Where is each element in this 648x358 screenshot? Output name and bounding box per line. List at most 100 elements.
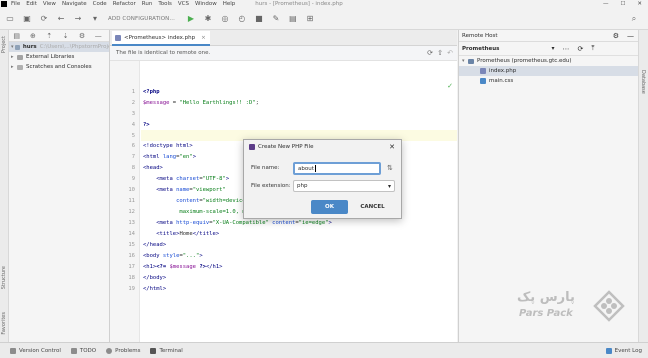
status-problems[interactable]: Problems [106, 347, 140, 354]
tab-index-php[interactable]: <Prometheus> index.php × [112, 31, 210, 46]
sync-icon[interactable]: ⟳ [38, 13, 50, 25]
close-icon[interactable]: ✕ [389, 143, 395, 151]
code-line: <html lang="en"> [143, 154, 196, 160]
php-file-icon [115, 34, 121, 41]
line-number: 4 [131, 122, 135, 128]
tree-root-label: hurs [22, 44, 37, 50]
expand-icon[interactable]: ⇣ [60, 30, 71, 42]
code-line: <h1><?= $message ?></h1> [143, 264, 223, 270]
open-folder-icon[interactable]: ▭ [4, 13, 16, 25]
debug-icon[interactable]: ✱ [202, 13, 214, 25]
event-log-icon [605, 347, 612, 354]
structure-icon[interactable]: ▤ [287, 13, 299, 25]
line-number: 1 [131, 89, 135, 95]
tree-item-libraries[interactable]: ▸ External Libraries [9, 52, 109, 62]
menu-run[interactable]: Run [142, 1, 153, 7]
settings-gear-icon[interactable]: ⚙ [613, 32, 619, 40]
profile-icon[interactable]: ◴ [236, 13, 248, 25]
collapse-icon[interactable]: ⤒ [591, 44, 594, 53]
code-line: </head> [143, 242, 167, 248]
line-number: 3 [131, 111, 135, 117]
save-icon[interactable]: ▣ [21, 13, 33, 25]
tab-structure[interactable]: Structure [1, 266, 7, 289]
collapse-icon[interactable]: ⇡ [44, 30, 55, 42]
php-file-icon [249, 144, 255, 150]
stop-icon[interactable]: ■ [253, 13, 265, 25]
forward-icon[interactable]: → [72, 13, 84, 25]
more-icon[interactable]: ⋯ [562, 45, 569, 53]
tab-database[interactable]: Database [640, 70, 646, 94]
coverage-icon[interactable]: ◎ [219, 13, 231, 25]
menu-tools[interactable]: Tools [158, 1, 172, 7]
file-extension-select[interactable]: php ▾ [293, 180, 395, 192]
refresh-icon[interactable]: ⟳ [577, 45, 583, 53]
code-line: <head> [143, 165, 163, 171]
status-todo[interactable]: TODO [70, 347, 96, 354]
hide-icon[interactable]: — [93, 30, 104, 42]
menu-view[interactable]: View [43, 1, 56, 7]
run-icon[interactable]: ▶ [185, 13, 197, 25]
file-name-input[interactable]: about [293, 162, 381, 175]
menu-navigate[interactable]: Navigate [62, 1, 87, 7]
line-number: 15 [128, 242, 135, 248]
line-number: 9 [131, 176, 135, 182]
todo-icon [70, 347, 77, 354]
menu-vcs[interactable]: VCS [178, 1, 189, 7]
dialog-title-bar: Create New PHP File ✕ [244, 140, 401, 154]
maximize-icon[interactable]: ☐ [620, 1, 625, 7]
hide-icon[interactable]: — [627, 32, 634, 40]
code-line: <body style="..."> [143, 253, 203, 259]
remote-file-index[interactable]: index.php [459, 66, 638, 76]
code-line: <meta name="viewport" [156, 187, 226, 193]
tree-item-label: External Libraries [26, 54, 75, 60]
cancel-button[interactable]: CANCEL [354, 200, 391, 214]
project-panel: ▤ ⊕ ⇡ ⇣ ⚙ — ▾ hurs C:\Users\...\Phpstorm… [9, 30, 110, 342]
upload-icon[interactable]: ⇧ [437, 49, 443, 57]
locate-icon[interactable]: ⊕ [27, 30, 38, 42]
menu-refactor[interactable]: Refactor [113, 1, 136, 7]
minimize-icon[interactable]: — [603, 1, 609, 7]
remote-root[interactable]: ▾ Prometheus (prometheus.gtc.edu) [459, 56, 638, 66]
tab-project[interactable]: Project [1, 36, 7, 53]
status-event-log[interactable]: Event Log [605, 347, 642, 354]
line-number: 11 [128, 198, 135, 204]
back-icon[interactable]: ← [55, 13, 67, 25]
project-view-icon[interactable]: ▤ [11, 30, 22, 42]
server-select[interactable]: Prometheus [462, 46, 499, 52]
status-bar: Version Control TODO Problems Terminal E… [0, 342, 648, 358]
revert-icon[interactable]: ↶ [447, 49, 453, 57]
server-icon [468, 58, 474, 64]
watermark-fa: پارس پک [517, 290, 575, 305]
wrench-icon[interactable]: ✎ [270, 13, 282, 25]
tree-root[interactable]: ▾ hurs C:\Users\...\PhpstormProjects\hur… [9, 42, 109, 52]
tab-favorites[interactable]: Favorites [1, 312, 7, 335]
menu-window[interactable]: Window [195, 1, 217, 7]
notice-text: The file is identical to remote one. [116, 50, 211, 56]
sort-icon[interactable]: ⇅ [387, 164, 393, 172]
tree-item-scratches[interactable]: ▸ Scratches and Consoles [9, 62, 109, 72]
chevron-down-icon[interactable]: ▾ [551, 45, 554, 52]
code-line: <meta charset="UTF-8"> [156, 176, 230, 182]
remote-file-main-css[interactable]: main.css [459, 76, 638, 86]
run-config-icon[interactable]: ▾ [89, 13, 101, 25]
ok-button[interactable]: OK [311, 200, 348, 214]
close-tab-icon[interactable]: × [201, 35, 206, 41]
menu-help[interactable]: Help [223, 1, 236, 7]
menu-edit[interactable]: Edit [26, 1, 37, 7]
menu-file[interactable]: File [11, 1, 20, 7]
add-configuration-button[interactable]: ADD CONFIGURATION... [108, 16, 175, 22]
settings-gear-icon[interactable]: ⚙ [76, 30, 87, 42]
close-window-icon[interactable]: ✕ [637, 1, 642, 7]
compare-icon[interactable]: ⟳ [427, 49, 433, 57]
menu-code[interactable]: Code [93, 1, 107, 7]
line-number: 13 [128, 220, 135, 226]
problems-icon [106, 347, 113, 354]
grid-icon[interactable]: ⊞ [304, 13, 316, 25]
status-version-control[interactable]: Version Control [10, 347, 61, 354]
watermark: پارس پک Pars Pack [515, 288, 635, 328]
line-number: 17 [128, 264, 135, 270]
status-terminal[interactable]: Terminal [150, 347, 183, 354]
remote-notice-bar: The file is identical to remote one. ⟳ ⇧… [110, 46, 457, 61]
search-icon[interactable]: ⌕ [628, 13, 640, 25]
right-tool-strip: Database [638, 30, 648, 342]
